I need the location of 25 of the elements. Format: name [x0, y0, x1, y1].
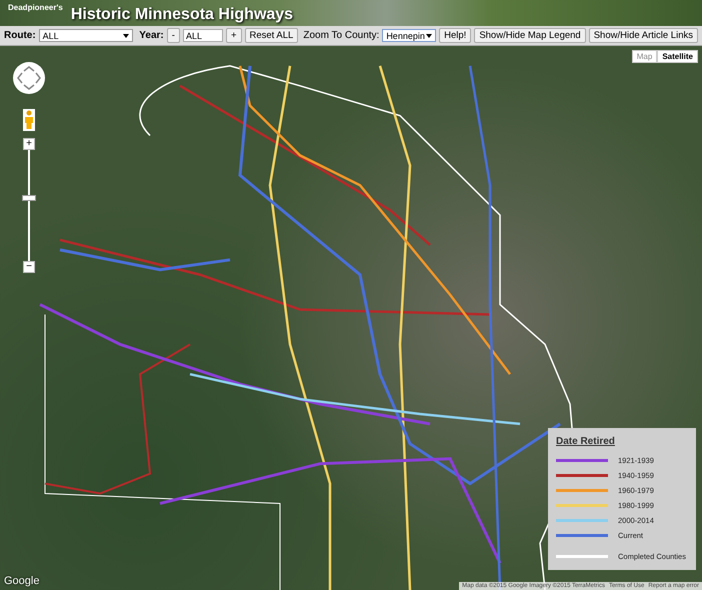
zoom-in-button[interactable]: +	[23, 138, 35, 150]
caret-icon	[426, 34, 432, 38]
caret-icon	[123, 34, 130, 38]
year-increment-button[interactable]: +	[226, 28, 242, 43]
county-label: Zoom To County:	[303, 30, 380, 41]
map-logo: Google	[4, 575, 40, 587]
map-type-button[interactable]: Satellite	[657, 50, 698, 63]
legend-toggle-button[interactable]: Show/Hide Map Legend	[474, 28, 586, 43]
person-icon[interactable]	[23, 109, 35, 131]
year-field[interactable]: ALL	[182, 29, 223, 42]
site-subtitle: Deadpioneer's	[8, 3, 63, 12]
help-button[interactable]: Help!	[439, 28, 472, 43]
site-title: Historic Minnesota Highways	[70, 6, 294, 24]
map-type-button[interactable]: Map	[632, 50, 658, 63]
reset-button[interactable]: Reset ALL	[244, 28, 298, 43]
zoom-slider-handle[interactable]	[22, 195, 36, 201]
zoom-out-button[interactable]: −	[23, 261, 35, 273]
route-label: Route:	[4, 30, 36, 41]
route-select[interactable]: ALL	[38, 29, 134, 42]
links-toggle-button[interactable]: Show/Hide Article Links	[588, 28, 698, 43]
pan-control-icon[interactable]	[12, 61, 46, 95]
year-label: Year:	[139, 30, 164, 41]
legend-title: Date Retired	[556, 436, 616, 447]
county-select[interactable]: Hennepin	[382, 29, 436, 42]
year-decrement-button[interactable]: -	[166, 28, 180, 43]
